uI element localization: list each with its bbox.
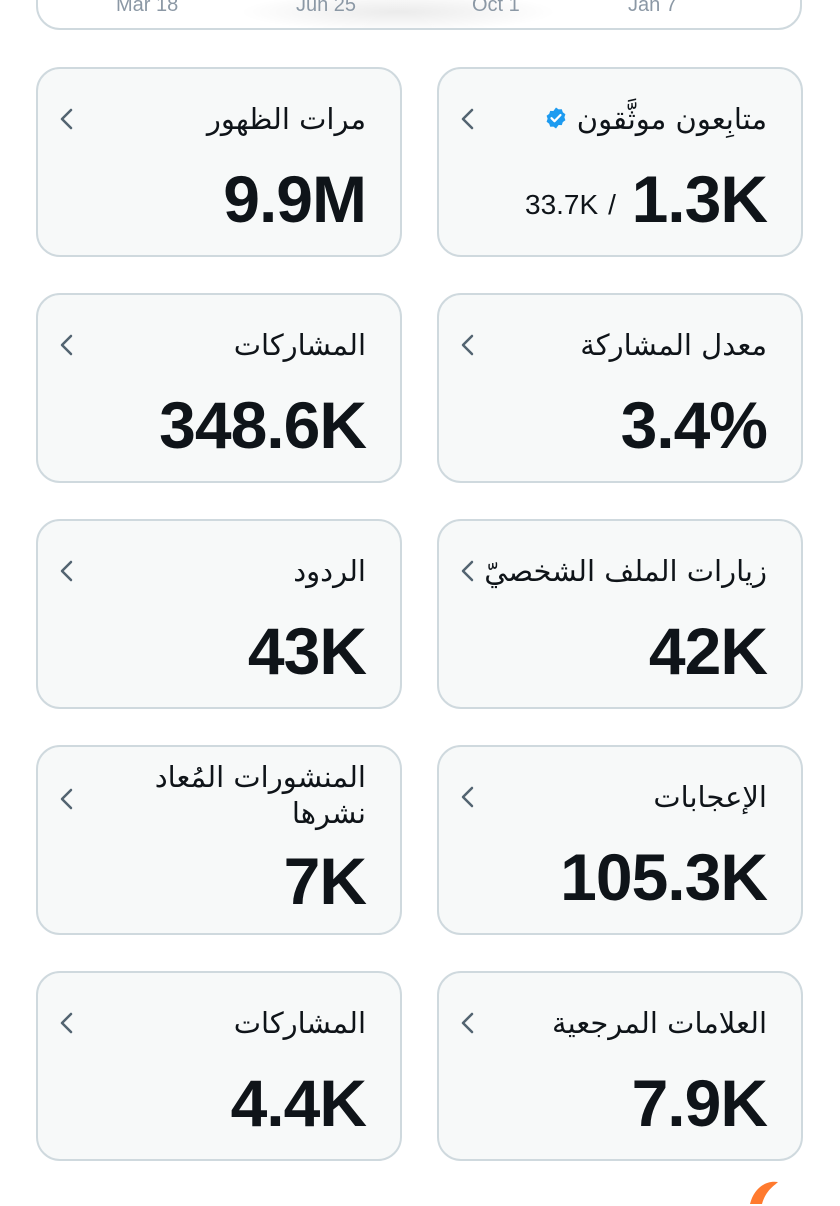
chevron-left-icon [461, 786, 474, 808]
chevron-left-icon [60, 560, 73, 582]
engagements-card[interactable]: المشاركات 348.6K [36, 293, 402, 483]
card-value: 7K [283, 844, 367, 918]
card-label: معدل المشاركة [580, 328, 767, 362]
card-value: 7.9K [631, 1066, 768, 1140]
shares-card[interactable]: المشاركات 4.4K [36, 971, 402, 1161]
card-label: الردود [293, 554, 366, 588]
card-value: 3.4% [620, 388, 768, 462]
card-label: المنشورات المُعاد نشرها [154, 760, 366, 830]
verified-badge-icon [546, 107, 565, 129]
card-value: 9.9M [223, 162, 367, 236]
verified-followers-card[interactable]: متابِعون موثَّقون 33.7K / 1.3K [437, 67, 803, 257]
separator: / [608, 189, 616, 220]
orange-logo-icon [750, 1181, 778, 1204]
card-label: متابِعون موثَّقون [536, 101, 767, 137]
card-value: 1.3K [631, 162, 768, 236]
card-label-text: متابِعون موثَّقون [576, 102, 767, 136]
card-label: المشاركات [233, 328, 366, 362]
x-tick: Oct 1 [472, 0, 520, 16]
chevron-left-icon [60, 788, 73, 810]
chevron-left-icon [461, 108, 474, 130]
chevron-left-icon [60, 108, 73, 130]
total-followers: 33.7K / [525, 189, 616, 221]
impressions-card[interactable]: مرات الظهور 9.9M [36, 67, 402, 257]
x-tick: Jun 25 [296, 0, 357, 16]
card-value: 348.6K [159, 388, 367, 462]
likes-card[interactable]: الإعجابات 105.3K [437, 745, 803, 935]
total-followers-value: 33.7K [525, 189, 599, 220]
card-value: 4.4K [230, 1066, 367, 1140]
card-value: 105.3K [560, 840, 768, 914]
card-label: العلامات المرجعية [552, 1006, 767, 1040]
card-label: مرات الظهور [206, 102, 366, 136]
engagement-rate-card[interactable]: معدل المشاركة 3.4% [437, 293, 803, 483]
chevron-left-icon [461, 560, 474, 582]
chevron-left-icon [461, 1012, 474, 1034]
card-label: الإعجابات [653, 780, 767, 814]
x-tick: Jan 7 [628, 0, 677, 16]
chevron-left-icon [60, 1012, 73, 1034]
card-value: 43K [247, 614, 367, 688]
replies-card[interactable]: الردود 43K [36, 519, 402, 709]
chevron-left-icon [60, 334, 73, 356]
bookmarks-card[interactable]: العلامات المرجعية 7.9K [437, 971, 803, 1161]
chart-card: Mar 18 Jun 25 Oct 1 Jan 7 [36, 0, 802, 30]
reposts-card[interactable]: المنشورات المُعاد نشرها 7K [36, 745, 402, 935]
chevron-left-icon [461, 334, 474, 356]
profile-visits-card[interactable]: زيارات الملف الشخصيّ 42K [437, 519, 803, 709]
card-value: 42K [648, 614, 768, 688]
x-tick: Mar 18 [116, 0, 179, 16]
card-label: المشاركات [233, 1006, 366, 1040]
card-label: زيارات الملف الشخصيّ [484, 554, 767, 588]
